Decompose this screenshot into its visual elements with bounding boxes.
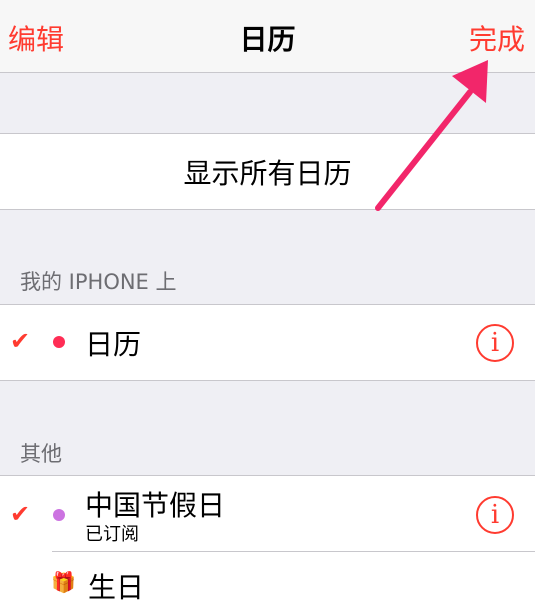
calendar-row-calendar[interactable]: ✔ 日历 i <box>0 304 535 381</box>
calendar-color-dot <box>53 509 65 521</box>
show-all-calendars-button[interactable]: 显示所有日历 <box>0 133 535 210</box>
show-all-calendars-label: 显示所有日历 <box>183 157 352 190</box>
calendar-row-birthdays[interactable]: 🎁 生日 <box>0 552 535 615</box>
calendar-row-china-holidays[interactable]: ✔ 中国节假日 已订阅 i <box>0 476 535 551</box>
calendar-color-dot <box>53 336 65 348</box>
calendar-name: 生日 <box>88 571 145 604</box>
navigation-bar: 编辑 日历 完成 <box>0 0 535 73</box>
checkmark-icon: ✔ <box>10 327 31 355</box>
done-button[interactable]: 完成 <box>469 18 525 58</box>
page-title: 日历 <box>239 23 296 56</box>
calendar-name: 中国节假日 <box>85 489 226 522</box>
subscribed-label: 已订阅 <box>85 524 139 545</box>
calendar-name: 日历 <box>85 328 142 361</box>
gift-icon: 🎁 <box>51 570 76 594</box>
section-header-other: 其他 <box>20 442 62 466</box>
checkmark-icon: ✔ <box>10 500 31 528</box>
other-calendars-group: ✔ 中国节假日 已订阅 i 🎁 生日 <box>0 475 535 615</box>
info-icon[interactable]: i <box>476 324 514 362</box>
section-header-my-iphone: 我的 IPHONE 上 <box>20 270 177 294</box>
info-icon[interactable]: i <box>476 496 514 534</box>
